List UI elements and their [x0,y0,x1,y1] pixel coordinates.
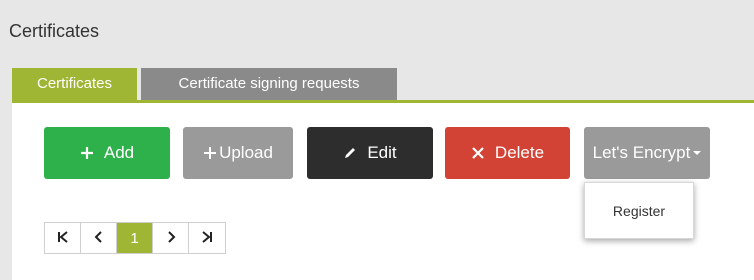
lets-encrypt-dropdown-menu: Register [584,182,694,239]
plus-icon [203,146,217,160]
pencil-icon [343,146,357,160]
tab-bar: Certificates Certificate signing request… [12,68,397,100]
last-page-button[interactable] [189,223,225,253]
first-page-icon [57,230,69,247]
x-icon [471,146,485,160]
next-page-button[interactable] [153,223,189,253]
plus-icon [80,146,94,160]
tab-certificates[interactable]: Certificates [12,68,137,100]
delete-button[interactable]: Delete [445,127,570,179]
pagination: 1 [44,222,226,254]
add-button-label: Add [103,143,135,162]
edit-button[interactable]: Edit [307,127,433,179]
menu-item-register[interactable]: Register [585,183,693,238]
chevron-right-icon [166,230,176,247]
last-page-icon [201,230,213,247]
lets-encrypt-button-label: Let's Encrypt [592,143,691,162]
previous-page-button[interactable] [81,223,117,253]
caret-down-icon [693,150,702,156]
certificates-page: Certificates Certificates Certificate si… [0,0,754,280]
add-button[interactable]: Add [44,127,170,179]
tab-certificate-signing-requests[interactable]: Certificate signing requests [141,68,397,100]
upload-button[interactable]: Upload [183,127,293,179]
lets-encrypt-dropdown-button[interactable]: Let's Encrypt [584,127,710,179]
page-title: Certificates [9,21,100,41]
delete-button-label: Delete [494,143,545,162]
first-page-button[interactable] [45,223,81,253]
upload-button-label: Upload [219,143,273,162]
chevron-left-icon [94,230,104,247]
edit-button-label: Edit [367,143,397,162]
current-page-button[interactable]: 1 [117,223,153,253]
